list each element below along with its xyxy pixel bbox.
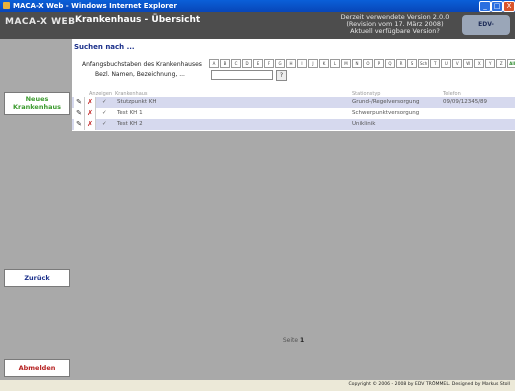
hospital-name[interactable]: Stutzpunkt KH [117, 97, 156, 108]
delete-icon[interactable]: ✗ [85, 108, 96, 119]
letter-filter-g[interactable]: G [275, 59, 285, 68]
letter-filter-d[interactable]: D [242, 59, 252, 68]
sidebar: Neues Krankenhaus Zurück Abmelden [0, 39, 72, 380]
letter-filter-alle[interactable]: Alle [507, 59, 515, 68]
letter-filter-k[interactable]: K [319, 59, 329, 68]
search-title: Suchen nach ... [74, 43, 135, 51]
page-title: Krankenhaus - Übersicht [75, 15, 201, 25]
letter-filter-u[interactable]: U [441, 59, 452, 68]
checkmark-icon: ✓ [102, 110, 107, 116]
table-row: ✎ ✗ ✓ Test KH 1 Schwerpunktversorgung [72, 108, 515, 119]
alphabet-label: Anfangsbuchstaben des Krankenhauses [82, 61, 202, 68]
letter-filter-w[interactable]: W [463, 59, 474, 68]
letter-filter-b[interactable]: B [220, 59, 230, 68]
new-hospital-label-2: Krankenhaus [13, 103, 61, 111]
copyright: Copyright © 2006 - 2008 by EDV TRÖMMEL. … [348, 382, 510, 387]
letter-filter-v[interactable]: V [452, 59, 463, 68]
letter-filter-f[interactable]: F [264, 59, 274, 68]
new-hospital-label-1: Neues [25, 95, 49, 103]
letter-filter-sch[interactable]: Sch [418, 59, 430, 68]
letter-filter-t[interactable]: T [430, 59, 441, 68]
logout-button[interactable]: Abmelden [4, 359, 70, 377]
letter-filter-p[interactable]: P [374, 59, 384, 68]
main-content: Suchen nach ... Anfangsbuchstaben des Kr… [72, 39, 515, 380]
search-panel: Suchen nach ... Anfangsbuchstaben des Kr… [72, 39, 515, 131]
edit-icon[interactable]: ✎ [74, 97, 85, 108]
checkmark-icon: ✓ [102, 121, 107, 127]
table-row: ✎ ✗ ✓ Test KH 2 Uniklinik [72, 119, 515, 130]
delete-icon[interactable]: ✗ [85, 97, 96, 108]
letter-filter-z[interactable]: Z [496, 59, 507, 68]
back-button[interactable]: Zurück [4, 269, 70, 287]
new-hospital-button[interactable]: Neues Krankenhaus [4, 92, 70, 115]
delete-icon[interactable]: ✗ [85, 119, 96, 130]
search-go-button[interactable]: ? [276, 70, 287, 81]
version-info: Derzeit verwendete Version 2.0.0 (Revisi… [330, 14, 460, 35]
table-row: ✎ ✗ ✓ Stutzpunkt KH Grund-/Regelversorgu… [72, 97, 515, 108]
name-search-input[interactable] [211, 70, 273, 80]
letter-filter-j[interactable]: J [308, 59, 318, 68]
edit-icon[interactable]: ✎ [74, 108, 85, 119]
letter-filter-r[interactable]: R [396, 59, 406, 68]
close-window-button[interactable]: X [503, 1, 515, 12]
pagination: Seite 1 [72, 337, 515, 344]
station-type: Uniklinik [352, 121, 376, 127]
letter-filter-e[interactable]: E [253, 59, 263, 68]
edit-icon[interactable]: ✎ [74, 119, 85, 130]
maximize-button[interactable]: □ [491, 1, 503, 12]
alphabet-filter: ABCDEFGHIJKLMNOPQRSSchTUVWXYZAlle [209, 59, 515, 68]
letter-filter-s[interactable]: S [407, 59, 417, 68]
station-type: Schwerpunktversorgung [352, 110, 420, 116]
letter-filter-h[interactable]: H [286, 59, 296, 68]
minimize-button[interactable]: _ [479, 1, 491, 12]
window-titlebar: MACA-X Web - Windows Internet Explorer _… [0, 0, 515, 12]
page-number[interactable]: 1 [300, 337, 304, 344]
app-header: MACA-X WEB Krankenhaus - Übersicht Derze… [0, 12, 515, 48]
hospital-name[interactable]: Test KH 1 [117, 108, 143, 119]
letter-filter-n[interactable]: N [352, 59, 362, 68]
name-search-label: Bezl. Namen, Bezeichnung, ... [95, 71, 185, 78]
letter-filter-i[interactable]: I [297, 59, 307, 68]
footer: Copyright © 2006 - 2008 by EDV TRÖMMEL. … [0, 380, 515, 391]
letter-filter-c[interactable]: C [231, 59, 241, 68]
pagination-label: Seite [282, 337, 299, 344]
hospital-name[interactable]: Test KH 2 [117, 119, 143, 130]
phone: 09/09/12345/89 [443, 99, 488, 105]
letter-filter-o[interactable]: O [363, 59, 373, 68]
letter-filter-q[interactable]: Q [385, 59, 395, 68]
checkmark-icon: ✓ [102, 99, 107, 105]
window-title: MACA-X Web - Windows Internet Explorer [13, 2, 177, 10]
browser-window: MACA-X Web - Windows Internet Explorer _… [0, 0, 515, 391]
letter-filter-x[interactable]: X [474, 59, 485, 68]
app-logo: MACA-X WEB [5, 17, 76, 27]
letter-filter-y[interactable]: Y [485, 59, 496, 68]
letter-filter-m[interactable]: M [341, 59, 351, 68]
station-type: Grund-/Regelversorgung [352, 99, 420, 105]
brand-logo: EDV-TRÖMMEL [462, 15, 510, 48]
letter-filter-l[interactable]: L [330, 59, 340, 68]
version-check-link[interactable]: Aktuell verfügbare Version? [330, 28, 460, 35]
letter-filter-a[interactable]: A [209, 59, 219, 68]
ie-icon [3, 2, 10, 9]
